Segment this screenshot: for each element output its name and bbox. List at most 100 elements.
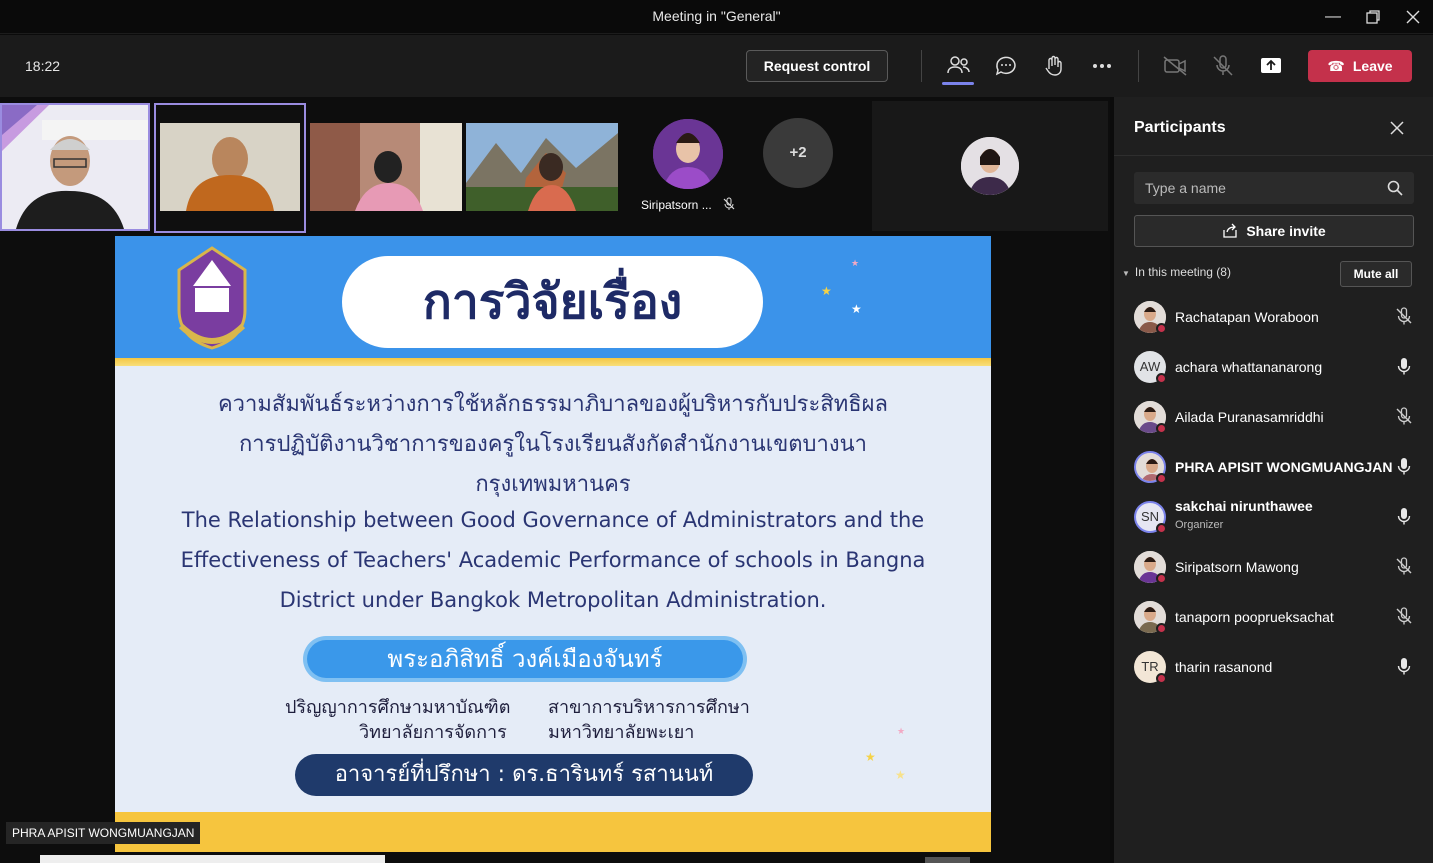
- meeting-clock: 18:22: [25, 58, 61, 74]
- participant-avatar[interactable]: [653, 119, 723, 189]
- leave-label: Leave: [1352, 58, 1393, 74]
- mute-all-button[interactable]: Mute all: [1340, 261, 1412, 287]
- panel-divider: [1114, 155, 1433, 156]
- participant-row[interactable]: AW achara whattananarong: [1114, 342, 1433, 392]
- mic-muted-icon[interactable]: [1394, 556, 1414, 576]
- participant-search-input[interactable]: [1134, 172, 1384, 204]
- presenter-name-tag: PHRA APISIT WONGMUANGJAN: [6, 822, 201, 844]
- share-icon: [1223, 223, 1237, 238]
- mic-muted-icon[interactable]: [1394, 406, 1414, 426]
- author-name-pill: พระอภิสิทธิ์ วงค์เมืองจันทร์: [303, 636, 747, 682]
- tile-name-label: Siripatsorn ...: [641, 198, 712, 212]
- slide-thai-title-line: ความสัมพันธ์ระหว่างการใช้หลักธรรมาภิบาลข…: [217, 392, 889, 417]
- video-tile[interactable]: [310, 123, 462, 233]
- request-control-button[interactable]: Request control: [746, 50, 888, 82]
- share-invite-button[interactable]: Share invite: [1134, 215, 1414, 247]
- slide-thai-title-line: กรุงเทพมหานคร: [475, 472, 631, 497]
- participants-icon[interactable]: [943, 51, 973, 81]
- hang-up-icon: ☎: [1327, 58, 1345, 74]
- leave-button[interactable]: ☎ Leave: [1308, 50, 1412, 82]
- slide-footer-band: [115, 812, 991, 852]
- avatar: [1134, 451, 1167, 484]
- participant-name: achara whattananarong: [1175, 359, 1323, 375]
- meeting-toolbar: 18:22 Request control ☎ Leave: [0, 35, 1433, 97]
- avatar: [1134, 551, 1167, 584]
- presence-dot: [1156, 523, 1167, 534]
- minimize-icon[interactable]: —: [1322, 6, 1344, 28]
- share-screen-icon[interactable]: [1256, 51, 1286, 81]
- participant-row[interactable]: Siripatsorn Mawong: [1114, 542, 1433, 592]
- more-options-icon[interactable]: [1087, 51, 1117, 81]
- participant-row[interactable]: Rachatapan Woraboon: [1114, 292, 1433, 342]
- mic-off-icon[interactable]: [1208, 51, 1238, 81]
- slide-title: การวิจัยเรื่อง: [342, 256, 763, 348]
- participant-search: [1134, 172, 1414, 204]
- participant-row[interactable]: TR tharin rasanond: [1114, 642, 1433, 692]
- mic-icon[interactable]: [1394, 356, 1414, 376]
- participant-role: Organizer: [1175, 519, 1224, 531]
- share-invite-label: Share invite: [1246, 223, 1326, 239]
- advisor-pill: อาจารย์ที่ปรึกษา : ดร.ธารินทร์ รสานนท์: [295, 754, 753, 796]
- mic-icon[interactable]: [1394, 506, 1414, 526]
- presence-dot: [1156, 323, 1167, 334]
- window-titlebar: Meeting in "General" —: [0, 0, 1433, 34]
- participant-row[interactable]: SN sakchai nirunthawee Organizer: [1114, 492, 1433, 542]
- chevron-down-icon: ▼: [1122, 269, 1130, 278]
- star-decoration: ★: [895, 768, 906, 782]
- avatar: [1134, 301, 1167, 334]
- avatar: SN: [1134, 501, 1167, 534]
- self-video-tile[interactable]: [872, 101, 1108, 231]
- video-tile[interactable]: [0, 103, 150, 231]
- presence-dot: [1156, 473, 1167, 484]
- mic-icon[interactable]: [1394, 456, 1414, 476]
- participant-row[interactable]: Ailada Puranasamriddhi: [1114, 392, 1433, 442]
- presence-dot: [1156, 623, 1167, 634]
- participant-name: Rachatapan Woraboon: [1175, 309, 1319, 325]
- participant-name: sakchai nirunthawee: [1175, 498, 1313, 514]
- video-tile[interactable]: [154, 103, 306, 233]
- camera-off-icon[interactable]: [1160, 51, 1190, 81]
- participant-name: Ailada Puranasamriddhi: [1175, 409, 1324, 425]
- participant-row[interactable]: PHRA APISIT WONGMUANGJAN: [1114, 442, 1433, 492]
- presence-dot: [1156, 373, 1167, 384]
- slide-english-title-line: Effectiveness of Teachers' Academic Perf…: [180, 548, 926, 572]
- scrollbar-thumb[interactable]: [925, 857, 970, 863]
- chat-icon[interactable]: [991, 51, 1021, 81]
- slide-english-title-line: The Relationship between Good Governance…: [181, 508, 925, 532]
- mic-muted-icon[interactable]: [1394, 606, 1414, 626]
- avatar: [1134, 601, 1167, 634]
- participant-row[interactable]: tanaporn pooprueksachat: [1114, 592, 1433, 642]
- presence-dot: [1156, 673, 1167, 684]
- mic-icon[interactable]: [1394, 656, 1414, 676]
- tile-mic-muted-icon: [723, 197, 735, 210]
- close-window-icon[interactable]: [1402, 6, 1424, 28]
- video-tile[interactable]: [466, 123, 618, 233]
- search-icon[interactable]: [1386, 179, 1404, 197]
- presence-dot: [1156, 423, 1167, 434]
- maximize-icon[interactable]: [1362, 6, 1384, 28]
- participant-name: Siripatsorn Mawong: [1175, 559, 1299, 575]
- author-name: พระอภิสิทธิ์ วงค์เมืองจันทร์: [307, 640, 743, 678]
- mic-muted-icon[interactable]: [1394, 306, 1414, 326]
- participants-panel: Participants Share invite ▼ In this meeti…: [1114, 97, 1433, 863]
- more-participants-button[interactable]: +2: [763, 118, 833, 188]
- university-text: มหาวิทยาลัยพะเยา: [548, 722, 695, 743]
- active-tab-indicator: [942, 82, 974, 85]
- in-meeting-section-toggle[interactable]: ▼ In this meeting (8): [1122, 265, 1231, 279]
- panel-title: Participants: [1134, 119, 1226, 136]
- in-meeting-label: In this meeting (8): [1134, 265, 1231, 279]
- university-logo: [177, 246, 247, 350]
- meeting-stage: Siripatsorn ... +2 การวิจัยเรื่อง ★ ★ ★ …: [0, 97, 1110, 863]
- slide-thai-title-line: การปฏิบัติงานวิชาการของครูในโรงเรียนสังก…: [238, 432, 868, 457]
- star-decoration: ★: [851, 258, 860, 268]
- horizontal-scrollbar[interactable]: [40, 855, 385, 863]
- slide-gold-band: [115, 358, 991, 366]
- star-decoration: ★: [865, 750, 876, 764]
- star-decoration: ★: [851, 302, 862, 316]
- toolbar-divider: [1138, 50, 1139, 82]
- participant-name: tharin rasanond: [1175, 659, 1273, 675]
- raise-hand-icon[interactable]: [1039, 51, 1069, 81]
- window-title: Meeting in "General": [652, 8, 781, 24]
- star-decoration: ★: [897, 726, 906, 736]
- close-panel-icon[interactable]: [1386, 117, 1408, 139]
